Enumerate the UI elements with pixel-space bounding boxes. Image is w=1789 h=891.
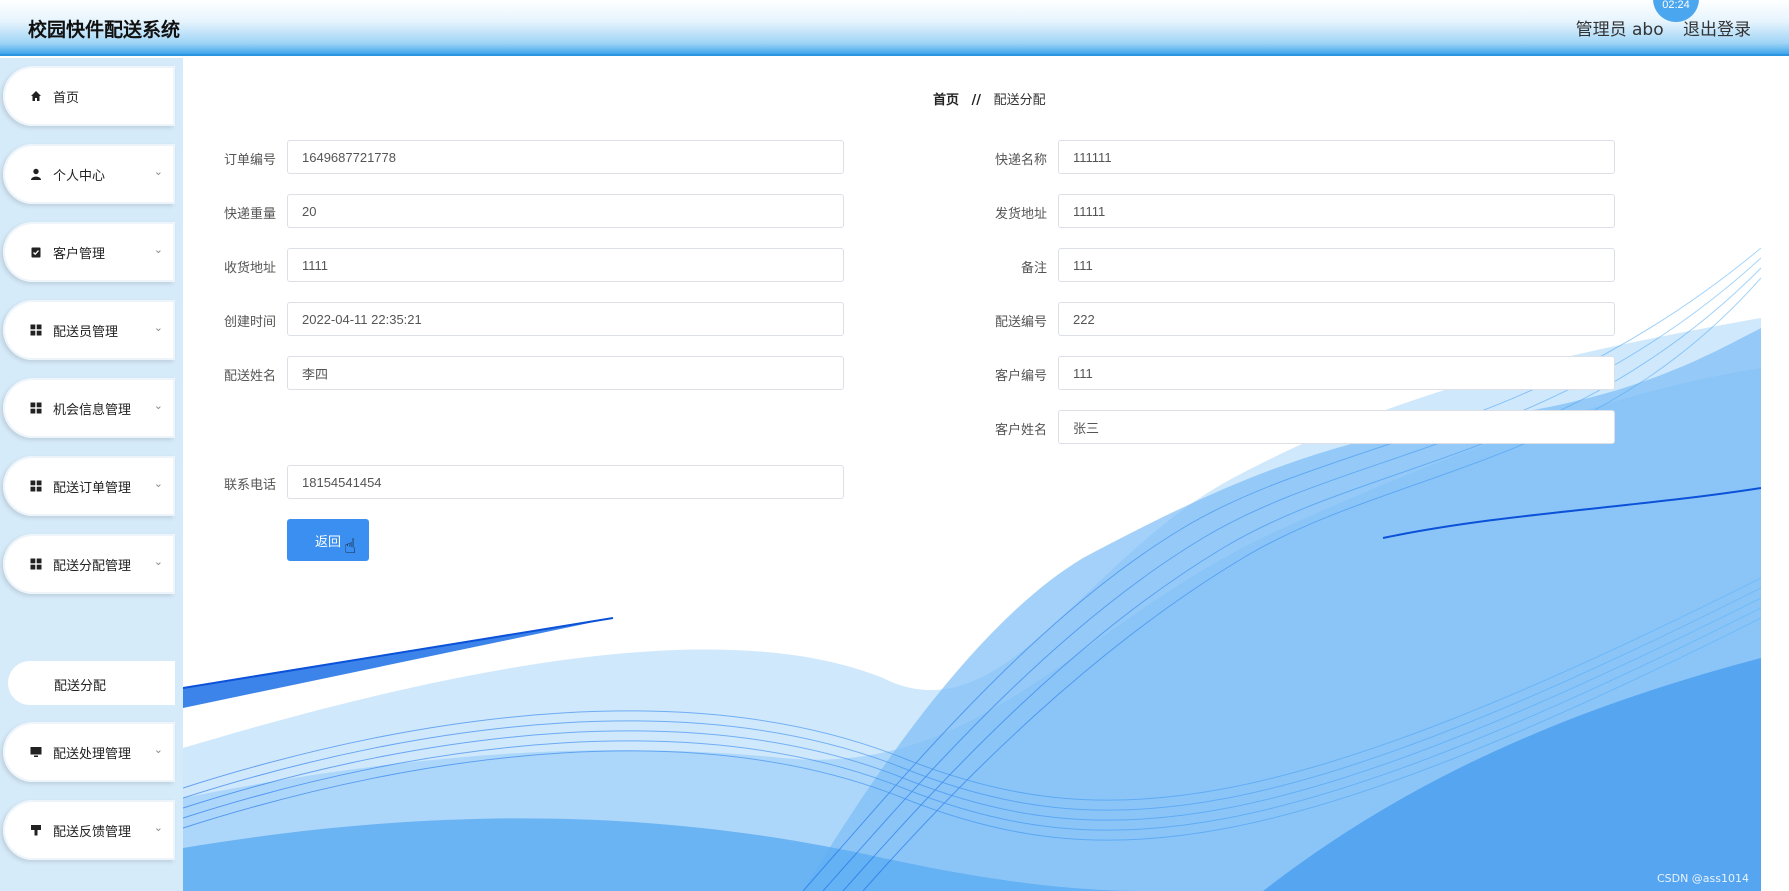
home-icon (29, 90, 42, 103)
sidebar-item-label: 配送处理管理 (53, 747, 132, 762)
form-row-customer-no: 客户编号 (953, 356, 1753, 390)
chevron-down-icon: ⌄ (153, 744, 163, 756)
remark-field[interactable] (1058, 248, 1615, 282)
sidebar-item-label: 配送反馈管理 (53, 825, 132, 840)
weight-field[interactable] (287, 194, 844, 228)
grid-icon (29, 402, 42, 415)
top-header: 校园快件配送系统 02:24 管理员 abo 退出登录 (0, 0, 1789, 56)
sidebar-item-label: 机会信息管理 (53, 403, 132, 418)
user-icon (29, 168, 42, 181)
stamp-icon (29, 824, 42, 837)
logout-button[interactable]: 退出登录 (1683, 20, 1751, 40)
form-row-express-name: 快递名称 (953, 140, 1753, 174)
courier-no-label: 配送编号 (994, 315, 1047, 330)
sidebar-item-label: 配送员管理 (53, 325, 119, 340)
customer-name-label: 客户姓名 (994, 423, 1047, 438)
sidebar-item-processing[interactable]: 配送处理管理 ⌄ (3, 722, 175, 782)
form-row-ship-address: 发货地址 (953, 194, 1753, 228)
sidebar-subitem-label: 配送分配 (54, 679, 107, 694)
sidebar-item-label: 个人中心 (53, 169, 106, 184)
created-field[interactable] (287, 302, 844, 336)
created-label: 创建时间 (223, 315, 276, 330)
sidebar-item-couriers[interactable]: 配送员管理 ⌄ (3, 300, 175, 360)
form-row-courier-no: 配送编号 (953, 302, 1753, 336)
sidebar-subitem-assignment[interactable]: 配送分配 (8, 661, 175, 705)
monitor-icon (29, 746, 42, 759)
sidebar-item-label: 首页 (53, 91, 80, 106)
form-row-courier-name: 配送姓名 (183, 356, 1033, 390)
breadcrumb: 首页 // 配送分配 (933, 89, 1046, 108)
sidebar-item-home[interactable]: 首页 (3, 66, 175, 126)
grid-icon (29, 558, 42, 571)
courier-no-field[interactable] (1058, 302, 1615, 336)
breadcrumb-separator: // (971, 93, 982, 108)
grid-icon (29, 324, 42, 337)
breadcrumb-home[interactable]: 首页 (933, 93, 959, 108)
back-button[interactable]: 返回 (287, 519, 369, 561)
courier-name-label: 配送姓名 (223, 369, 276, 384)
chevron-down-icon: ⌄ (153, 400, 163, 412)
sidebar-item-profile[interactable]: 个人中心 ⌄ (3, 144, 175, 204)
sidebar-item-label: 客户管理 (53, 247, 106, 262)
express-name-field[interactable] (1058, 140, 1615, 174)
sidebar-item-label: 配送订单管理 (53, 481, 132, 496)
user-area: 管理员 abo 退出登录 (1562, 15, 1751, 40)
breadcrumb-current: 配送分配 (993, 93, 1046, 108)
clipboard-icon (29, 246, 42, 259)
form-row-recv-address: 收货地址 (183, 248, 1033, 282)
chevron-down-icon: ⌄ (153, 822, 163, 834)
chevron-down-icon: ⌄ (153, 556, 163, 568)
express-name-label: 快递名称 (994, 153, 1047, 168)
grid-icon (29, 480, 42, 493)
sidebar-item-feedback[interactable]: 配送反馈管理 ⌄ (3, 800, 175, 860)
form-row-customer-name: 客户姓名 (953, 410, 1753, 444)
phone-field[interactable] (287, 465, 844, 499)
form-row-order-no: 订单编号 (183, 140, 1033, 174)
order-no-label: 订单编号 (223, 153, 276, 168)
ship-address-field[interactable] (1058, 194, 1615, 228)
form-row-weight: 快递重量 (183, 194, 1033, 228)
recv-address-label: 收货地址 (223, 261, 276, 276)
customer-no-field[interactable] (1058, 356, 1615, 390)
chevron-down-icon: ⌄ (153, 166, 163, 178)
hand-cursor-icon: ☝ (344, 536, 357, 558)
sidebar-item-assignment[interactable]: 配送分配管理 ⌄ (3, 534, 175, 594)
form-row-created: 创建时间 (183, 302, 1033, 336)
phone-label: 联系电话 (223, 478, 276, 493)
chevron-down-icon: ⌄ (153, 244, 163, 256)
form-row-remark: 备注 (953, 248, 1753, 282)
recv-address-field[interactable] (287, 248, 844, 282)
remark-label: 备注 (1020, 261, 1047, 276)
chevron-down-icon: ⌄ (153, 322, 163, 334)
courier-name-field[interactable] (287, 356, 844, 390)
chevron-down-icon: ⌄ (153, 478, 163, 490)
watermark: CSDN @ass1014 (1656, 872, 1749, 885)
sidebar-item-customers[interactable]: 客户管理 ⌄ (3, 222, 175, 282)
ship-address-label: 发货地址 (994, 207, 1047, 222)
sidebar-item-label: 配送分配管理 (53, 559, 132, 574)
form-row-phone: 联系电话 (183, 465, 1033, 499)
app-title: 校园快件配送系统 (28, 19, 181, 41)
sidebar: 首页 个人中心 ⌄ 客户管理 ⌄ 配送员管理 ⌄ 机会信息管理 ⌄ 配送订单管理 (0, 58, 183, 891)
weight-label: 快递重量 (223, 207, 276, 222)
customer-name-field[interactable] (1058, 410, 1615, 444)
main-content: 首页 // 配送分配 订单编号 快递重量 收货地址 创建时间 配送姓名 联系电话… (183, 58, 1761, 891)
user-label: 管理员 abo (1575, 20, 1664, 40)
order-no-field[interactable] (287, 140, 844, 174)
sidebar-item-opportunity[interactable]: 机会信息管理 ⌄ (3, 378, 175, 438)
customer-no-label: 客户编号 (994, 369, 1047, 384)
sidebar-item-orders[interactable]: 配送订单管理 ⌄ (3, 456, 175, 516)
